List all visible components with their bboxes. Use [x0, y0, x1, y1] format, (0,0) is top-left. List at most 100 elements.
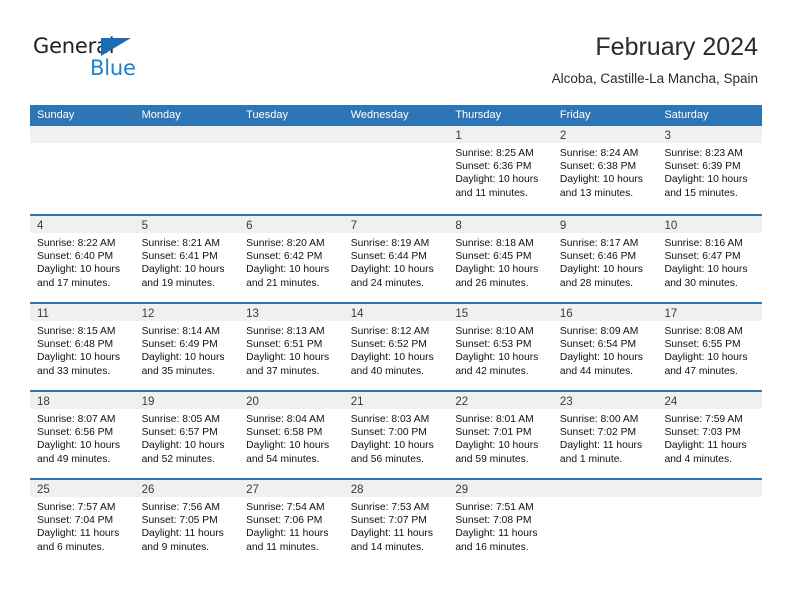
- day-number: 24: [664, 396, 678, 408]
- day-number: 12: [141, 308, 155, 320]
- day-number-band: 8: [448, 216, 553, 233]
- calendar-day-cell[interactable]: 26 Sunrise: 7:56 AM Sunset: 7:05 PM Dayligh…: [134, 480, 240, 566]
- calendar-grid: Sunday Monday Tuesday Wednesday Thursday Frid…: [30, 105, 763, 566]
- day-info-line: and 13 minutes.: [559, 187, 634, 199]
- calendar-day-cell[interactable]: 2 Sunrise: 8:24 AM Sunset: 6:38 PM Daylight…: [552, 126, 658, 214]
- day-info-line: Sunrise: 8:10 AM: [455, 326, 534, 337]
- calendar-day-cell[interactable]: 5 Sunrise: 8:21 AM Sunset: 6:41 PM Daylight…: [134, 216, 240, 302]
- day-sun-info: Sunrise: 8:01 AM Sunset: 7:01 PM Daylight:…: [448, 409, 553, 466]
- day-info-line: and 56 minutes.: [350, 453, 425, 465]
- day-info-line: Sunrise: 8:17 AM: [559, 238, 639, 249]
- day-info-line: Sunset: 6:44 PM: [350, 251, 427, 263]
- day-number: 17: [664, 308, 678, 320]
- calendar-day-cell[interactable]: 29 Sunrise: 7:51 AM Sunset: 7:08 PM Dayligh…: [448, 480, 553, 566]
- day-number: 5: [141, 220, 148, 232]
- day-info-line: and 24 minutes.: [350, 277, 425, 289]
- day-info-line: Sunrise: 8:21 AM: [141, 238, 220, 249]
- day-number: 20: [246, 396, 259, 408]
- day-number-band: 11: [30, 304, 135, 321]
- day-info-line: Sunrise: 8:05 AM: [141, 414, 220, 425]
- day-info-line: and 6 minutes.: [37, 541, 105, 553]
- calendar-day-cell[interactable]: 11 Sunrise: 8:15 AM Sunset: 6:48 PM Dayligh…: [30, 304, 135, 390]
- day-info-line: Sunset: 6:36 PM: [455, 161, 532, 173]
- calendar-day-cell[interactable]: 20 Sunrise: 8:04 AM Sunset: 6:58 PM Dayligh…: [239, 392, 344, 478]
- brand-logo[interactable]: General Blue: [33, 34, 173, 86]
- day-info-line: Daylight: 11 hours: [37, 528, 120, 540]
- calendar-day-cell[interactable]: 21 Sunrise: 8:03 AM Sunset: 7:00 PM Dayligh…: [343, 392, 449, 478]
- calendar-day-cell[interactable]: 23 Sunrise: 8:00 AM Sunset: 7:02 PM Dayligh…: [552, 392, 658, 478]
- calendar-day-cell[interactable]: 27 Sunrise: 7:54 AM Sunset: 7:06 PM Dayligh…: [239, 480, 344, 566]
- calendar-day-cell[interactable]: 14 Sunrise: 8:12 AM Sunset: 6:52 PM Dayligh…: [343, 304, 449, 390]
- calendar-day-cell[interactable]: 6 Sunrise: 8:20 AM Sunset: 6:42 PM Daylight…: [239, 216, 344, 302]
- calendar-day-cell[interactable]: 15 Sunrise: 8:10 AM Sunset: 6:53 PM Dayligh…: [448, 304, 553, 390]
- day-info-line: and 21 minutes.: [246, 277, 320, 289]
- day-number: 7: [350, 220, 358, 232]
- weekday-header-wednesday: Wednesday: [350, 109, 409, 121]
- day-info-line: Sunrise: 8:09 AM: [559, 326, 639, 337]
- title-block: February 2024 Alcoba, Castille-La Mancha…: [552, 32, 758, 87]
- calendar-day-cell[interactable]: 1 Sunrise: 8:25 AM Sunset: 6:36 PM Daylight…: [448, 126, 553, 214]
- day-sun-info: Sunrise: 8:03 AM Sunset: 7:00 PM Daylight:…: [344, 409, 449, 466]
- day-number-band: 4: [30, 216, 135, 233]
- day-number: 13: [246, 308, 259, 320]
- calendar-day-cell[interactable]: 28 Sunrise: 7:53 AM Sunset: 7:07 PM Dayligh…: [343, 480, 449, 566]
- day-info-line: Daylight: 10 hours: [37, 440, 120, 452]
- calendar-day-cell[interactable]: 19 Sunrise: 8:05 AM Sunset: 6:57 PM Dayligh…: [134, 392, 240, 478]
- day-sun-info: Sunrise: 8:09 AM Sunset: 6:54 PM Daylight:…: [553, 321, 658, 378]
- calendar-day-cell[interactable]: 25 Sunrise: 7:57 AM Sunset: 7:04 PM Dayligh…: [30, 480, 135, 566]
- calendar-week-row: 18 Sunrise: 8:07 AM Sunset: 6:56 PM Dayligh…: [30, 390, 763, 478]
- calendar-day-cell[interactable]: 17 Sunrise: 8:08 AM Sunset: 6:55 PM Dayligh…: [657, 304, 763, 390]
- calendar-week-row: 25 Sunrise: 7:57 AM Sunset: 7:04 PM Dayligh…: [30, 478, 763, 566]
- day-info-line: and 4 minutes.: [664, 453, 733, 465]
- day-sun-info: Sunrise: 8:22 AM Sunset: 6:40 PM Daylight:…: [30, 233, 135, 290]
- calendar-day-cell[interactable]: 24 Sunrise: 7:59 AM Sunset: 7:03 PM Dayligh…: [657, 392, 763, 478]
- day-info-line: Sunset: 6:55 PM: [664, 339, 741, 351]
- day-number: 23: [559, 396, 573, 408]
- day-number-band: 6: [239, 216, 344, 233]
- day-info-line: Sunrise: 8:23 AM: [664, 148, 743, 159]
- day-info-line: and 14 minutes.: [350, 541, 425, 553]
- calendar-day-cell[interactable]: 12 Sunrise: 8:14 AM Sunset: 6:49 PM Dayligh…: [134, 304, 240, 390]
- calendar-day-cell[interactable]: 8 Sunrise: 8:18 AM Sunset: 6:45 PM Daylight…: [448, 216, 553, 302]
- day-info-line: and 1 minute.: [559, 453, 623, 465]
- day-number: 3: [664, 130, 671, 142]
- day-info-line: Sunset: 7:07 PM: [350, 515, 427, 527]
- day-info-line: Sunrise: 8:07 AM: [37, 414, 116, 425]
- day-info-line: Sunrise: 7:57 AM: [37, 502, 116, 513]
- day-info-line: Daylight: 10 hours: [350, 352, 434, 364]
- day-number-band: [552, 480, 658, 497]
- calendar-day-cell[interactable]: 3 Sunrise: 8:23 AM Sunset: 6:39 PM Daylight…: [657, 126, 763, 214]
- calendar-day-cell[interactable]: 16 Sunrise: 8:09 AM Sunset: 6:54 PM Dayligh…: [552, 304, 658, 390]
- day-info-line: Sunset: 7:08 PM: [455, 515, 532, 527]
- day-info-line: Sunset: 7:05 PM: [141, 515, 218, 527]
- calendar-cell-empty: [343, 126, 449, 214]
- day-info-line: Sunrise: 7:54 AM: [246, 502, 325, 513]
- calendar-day-cell[interactable]: 10 Sunrise: 8:16 AM Sunset: 6:47 PM Dayligh…: [657, 216, 763, 302]
- day-info-line: Sunrise: 7:56 AM: [141, 502, 220, 513]
- day-info-line: Daylight: 10 hours: [246, 440, 330, 452]
- calendar-day-cell[interactable]: 13 Sunrise: 8:13 AM Sunset: 6:51 PM Dayligh…: [239, 304, 344, 390]
- day-sun-info: Sunrise: 7:53 AM Sunset: 7:07 PM Daylight:…: [344, 497, 449, 554]
- calendar-day-cell[interactable]: 9 Sunrise: 8:17 AM Sunset: 6:46 PM Daylight…: [552, 216, 658, 302]
- calendar-day-cell[interactable]: 18 Sunrise: 8:07 AM Sunset: 6:56 PM Dayligh…: [30, 392, 135, 478]
- day-info-line: and 19 minutes.: [141, 277, 215, 289]
- day-info-line: Daylight: 11 hours: [246, 528, 329, 540]
- day-sun-info: Sunrise: 8:17 AM Sunset: 6:46 PM Daylight:…: [553, 233, 658, 290]
- day-sun-info: Sunrise: 8:19 AM Sunset: 6:44 PM Daylight:…: [344, 233, 449, 290]
- calendar-day-cell[interactable]: 4 Sunrise: 8:22 AM Sunset: 6:40 PM Daylight…: [30, 216, 135, 302]
- day-number-band: 14: [343, 304, 449, 321]
- day-info-line: Daylight: 10 hours: [246, 352, 330, 364]
- calendar-day-cell[interactable]: 22 Sunrise: 8:01 AM Sunset: 7:01 PM Dayligh…: [448, 392, 553, 478]
- day-info-line: and 54 minutes.: [246, 453, 320, 465]
- day-sun-info: Sunrise: 7:56 AM Sunset: 7:05 PM Daylight:…: [135, 497, 240, 554]
- weekday-header-saturday: Saturday: [664, 109, 709, 121]
- calendar-cell-empty: [134, 126, 240, 214]
- day-info-line: and 28 minutes.: [559, 277, 634, 289]
- day-info-line: Sunset: 6:45 PM: [455, 251, 532, 263]
- day-number-band: [134, 126, 240, 143]
- calendar-day-cell[interactable]: 7 Sunrise: 8:19 AM Sunset: 6:44 PM Daylight…: [343, 216, 449, 302]
- day-number: 2: [559, 130, 567, 142]
- day-info-line: Daylight: 10 hours: [455, 264, 539, 276]
- day-info-line: and 47 minutes.: [664, 365, 738, 377]
- day-sun-info: [239, 143, 344, 147]
